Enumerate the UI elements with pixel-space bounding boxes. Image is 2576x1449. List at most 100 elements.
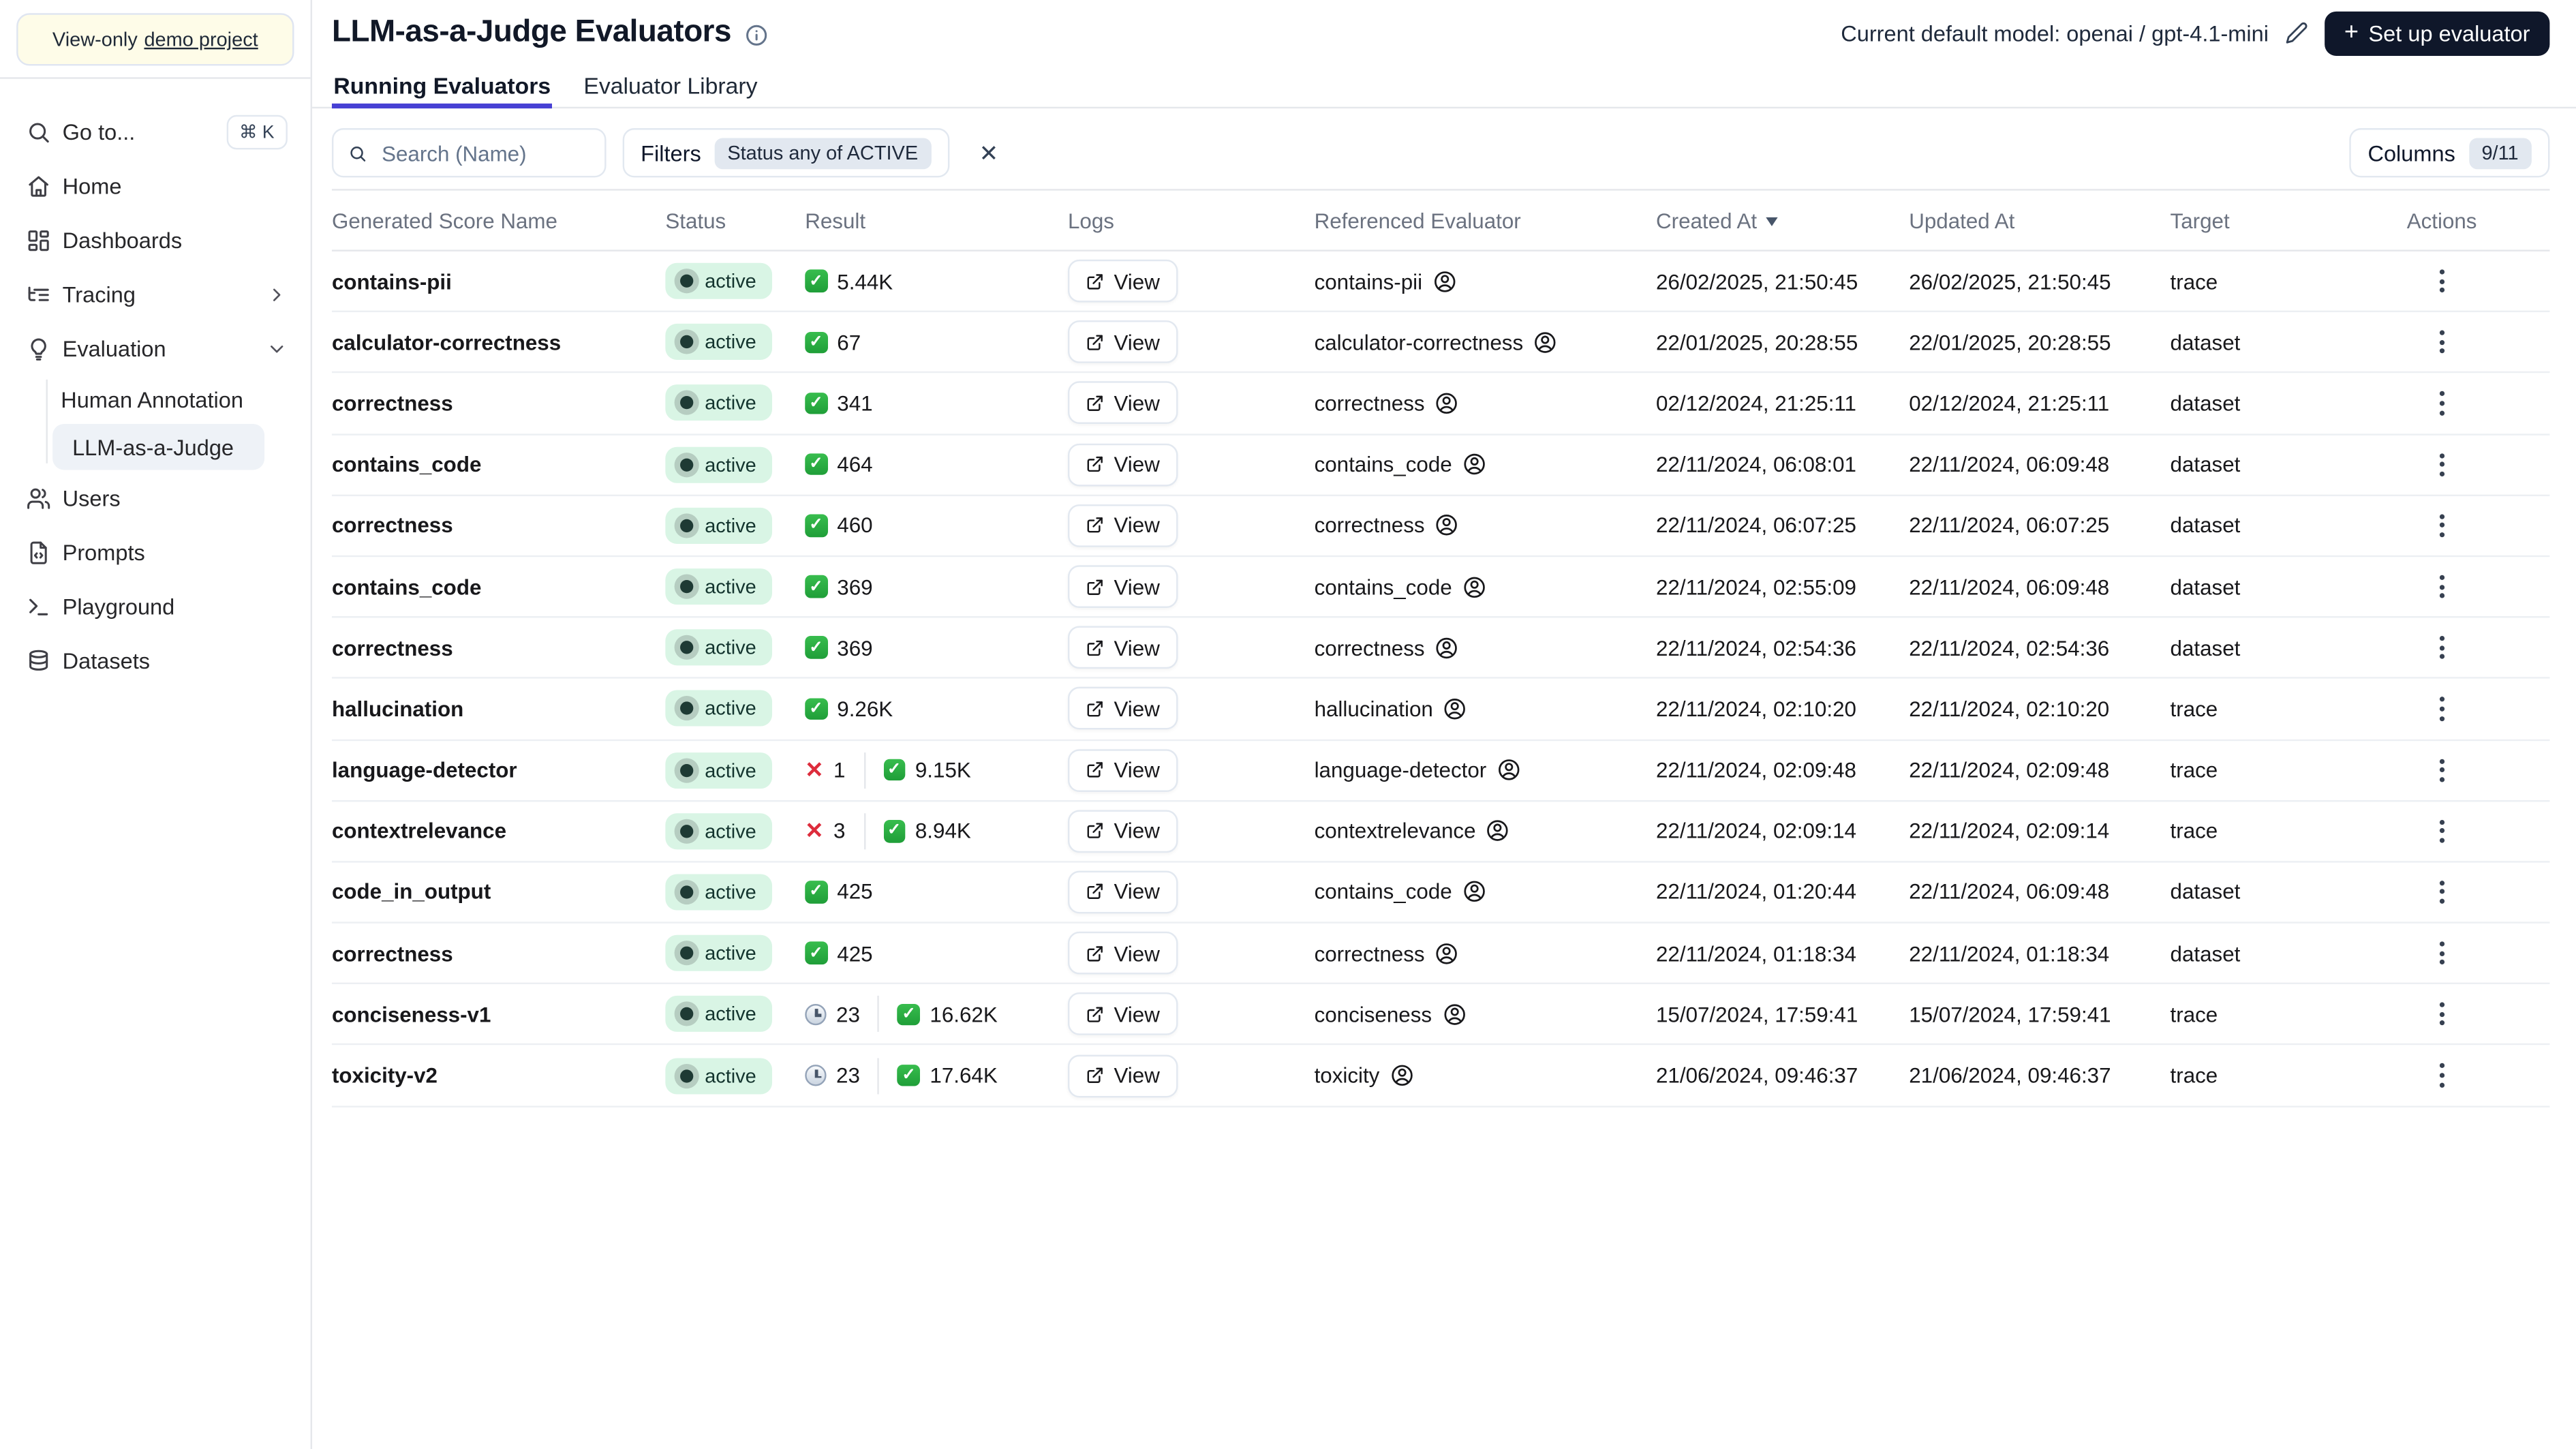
table-row[interactable]: contains_code active ✓ 464 View contains_… (331, 435, 2550, 496)
sidebar-item-label: Playground (62, 594, 175, 620)
table-row[interactable]: contextrelevance active ✕ 3 ✓ 8.94K View co… (331, 802, 2550, 863)
referenced-name: language-detector (1314, 757, 1487, 782)
status-cell: active (665, 446, 805, 483)
edit-model-icon[interactable] (2285, 21, 2308, 44)
sidebar-item-goto[interactable]: Go to... ⌘ K (0, 105, 311, 159)
col-header-generated-score-name[interactable]: Generated Score Name (332, 208, 665, 232)
tab-evaluator-library[interactable]: Evaluator Library (582, 65, 759, 108)
view-logs-button[interactable]: View (1067, 565, 1178, 609)
updated-cell: 22/11/2024, 06:09:48 (1909, 879, 2110, 905)
row-actions-menu-button[interactable] (2429, 382, 2454, 425)
row-actions-menu-button[interactable] (2429, 565, 2454, 608)
row-actions-menu-button[interactable] (2429, 993, 2454, 1036)
search-input[interactable] (378, 138, 590, 167)
col-header-result[interactable]: Result (805, 208, 1068, 232)
row-actions-menu-button[interactable] (2429, 748, 2454, 791)
logs-cell: View (1067, 565, 1315, 609)
sidebar-item-llm-as-a-judge[interactable]: LLM-as-a-Judge (52, 423, 265, 470)
demo-project-link[interactable]: demo project (144, 28, 258, 51)
search-box[interactable] (331, 128, 607, 178)
status-badge: active (665, 262, 773, 299)
table-row[interactable]: correctness active ✓ 460 View correctness… (331, 495, 2550, 558)
view-logs-button[interactable]: View (1067, 260, 1178, 303)
row-actions-menu-button[interactable] (2429, 1054, 2454, 1097)
row-actions-menu-button[interactable] (2429, 687, 2454, 730)
result-cell: ✓ 369 (805, 575, 1068, 599)
view-logs-button[interactable]: View (1067, 687, 1178, 731)
updated-cell: 22/01/2025, 20:28:55 (1909, 330, 2111, 355)
terminal-icon (29, 598, 48, 615)
updated-cell: 21/06/2024, 09:46:37 (1909, 1063, 2111, 1088)
view-logs-button[interactable]: View (1067, 992, 1178, 1036)
row-actions-menu-button[interactable] (2429, 260, 2454, 303)
set-up-evaluator-button[interactable]: + Set up evaluator (2324, 10, 2550, 55)
columns-count-badge: 9/11 (2468, 137, 2532, 169)
view-logs-button[interactable]: View (1067, 626, 1178, 669)
table-row[interactable]: language-detector active ✕ 1 ✓ 9.15K View l… (331, 740, 2550, 802)
row-actions-menu-button[interactable] (2429, 504, 2454, 547)
view-logs-button[interactable]: View (1067, 870, 1178, 914)
sidebar-item-evaluation[interactable]: Evaluation (0, 322, 311, 377)
table-row[interactable]: toxicity-v2 active 23 ✓ 17.64K View toxici… (331, 1046, 2550, 1107)
sidebar-item-prompts[interactable]: Prompts (0, 525, 311, 580)
row-actions-menu-button[interactable] (2429, 810, 2454, 853)
row-actions-menu-button[interactable] (2429, 626, 2454, 669)
status-dot-icon (680, 519, 694, 532)
row-name: calculator-correctness (331, 330, 562, 355)
view-logs-button[interactable]: View (1067, 504, 1178, 547)
col-header-referenced-evaluator[interactable]: Referenced Evaluator (1315, 208, 1656, 232)
actions-cell (2407, 382, 2558, 425)
view-logs-button[interactable]: View (1067, 748, 1178, 791)
col-header-status[interactable]: Status (665, 208, 805, 232)
sidebar-item-home[interactable]: Home (0, 159, 311, 214)
view-logs-button[interactable]: View (1067, 1054, 1178, 1097)
view-logs-button[interactable]: View (1067, 809, 1178, 853)
table-row[interactable]: contains_code active ✓ 369 View contains_… (331, 557, 2550, 618)
sidebar-item-playground[interactable]: Playground (0, 580, 311, 635)
row-actions-menu-button[interactable] (2429, 443, 2454, 486)
col-header-created-at[interactable]: Created At (1656, 208, 1909, 232)
logs-cell: View (1067, 992, 1315, 1036)
table-row[interactable]: correctness active ✓ 369 View correctness… (331, 618, 2550, 680)
view-logs-button[interactable]: View (1067, 382, 1178, 425)
table-row[interactable]: calculator-correctness active ✓ 67 View c… (331, 312, 2550, 374)
referenced-name: calculator-correctness (1314, 330, 1524, 355)
table-row[interactable]: code_in_output active ✓ 425 View contains… (331, 862, 2550, 924)
status-badge: active (665, 629, 773, 666)
table-row[interactable]: conciseness-v1 active 23 ✓ 16.62K View con… (331, 985, 2550, 1046)
row-actions-menu-button[interactable] (2429, 932, 2454, 975)
actions-cell (2407, 260, 2558, 303)
user-circle-icon (1436, 393, 1458, 414)
row-name: contains_code (331, 574, 482, 599)
clear-filters-button[interactable]: ✕ (966, 129, 1012, 176)
col-header-updated-at[interactable]: Updated At (1909, 208, 2170, 232)
table-row[interactable]: hallucination active ✓ 9.26K View halluci… (331, 679, 2550, 741)
sidebar-item-tracing[interactable]: Tracing (0, 268, 311, 322)
target-cell: trace (2170, 696, 2218, 722)
col-header-logs[interactable]: Logs (1068, 208, 1315, 232)
status-badge: active (665, 812, 773, 849)
view-logs-button[interactable]: View (1067, 932, 1178, 975)
info-icon[interactable] (744, 22, 769, 47)
sidebar-item-users[interactable]: Users (0, 472, 311, 526)
table-row[interactable]: correctness active ✓ 425 View correctness… (331, 924, 2550, 985)
row-actions-menu-button[interactable] (2429, 870, 2454, 913)
evaluation-subgroup: Human Annotation LLM-as-a-Judge (0, 376, 311, 470)
logs-cell: View (1067, 748, 1315, 791)
row-name: conciseness-v1 (331, 1002, 491, 1027)
cmd-k-shortcut: ⌘ K (226, 115, 288, 150)
col-header-target[interactable]: Target (2171, 208, 2407, 232)
row-actions-menu-button[interactable] (2429, 321, 2454, 364)
table-row[interactable]: contains-pii active ✓ 5.44K View contains… (331, 251, 2550, 313)
columns-button[interactable]: Columns 9/11 (2349, 128, 2550, 178)
sidebar-item-datasets[interactable]: Datasets (0, 635, 311, 689)
sidebar-item-dashboards[interactable]: Dashboards (0, 213, 311, 268)
created-cell: 26/02/2025, 21:50:45 (1656, 269, 1858, 294)
actions-cell (2407, 993, 2558, 1036)
view-logs-button[interactable]: View (1067, 320, 1178, 364)
table-row[interactable]: correctness active ✓ 341 View correctness… (331, 373, 2550, 435)
tab-running-evaluators[interactable]: Running Evaluators (331, 65, 553, 109)
status-cell: active (665, 874, 805, 911)
filters-button[interactable]: Filters Status any of ACTIVE (622, 128, 949, 178)
view-logs-button[interactable]: View (1067, 443, 1178, 486)
